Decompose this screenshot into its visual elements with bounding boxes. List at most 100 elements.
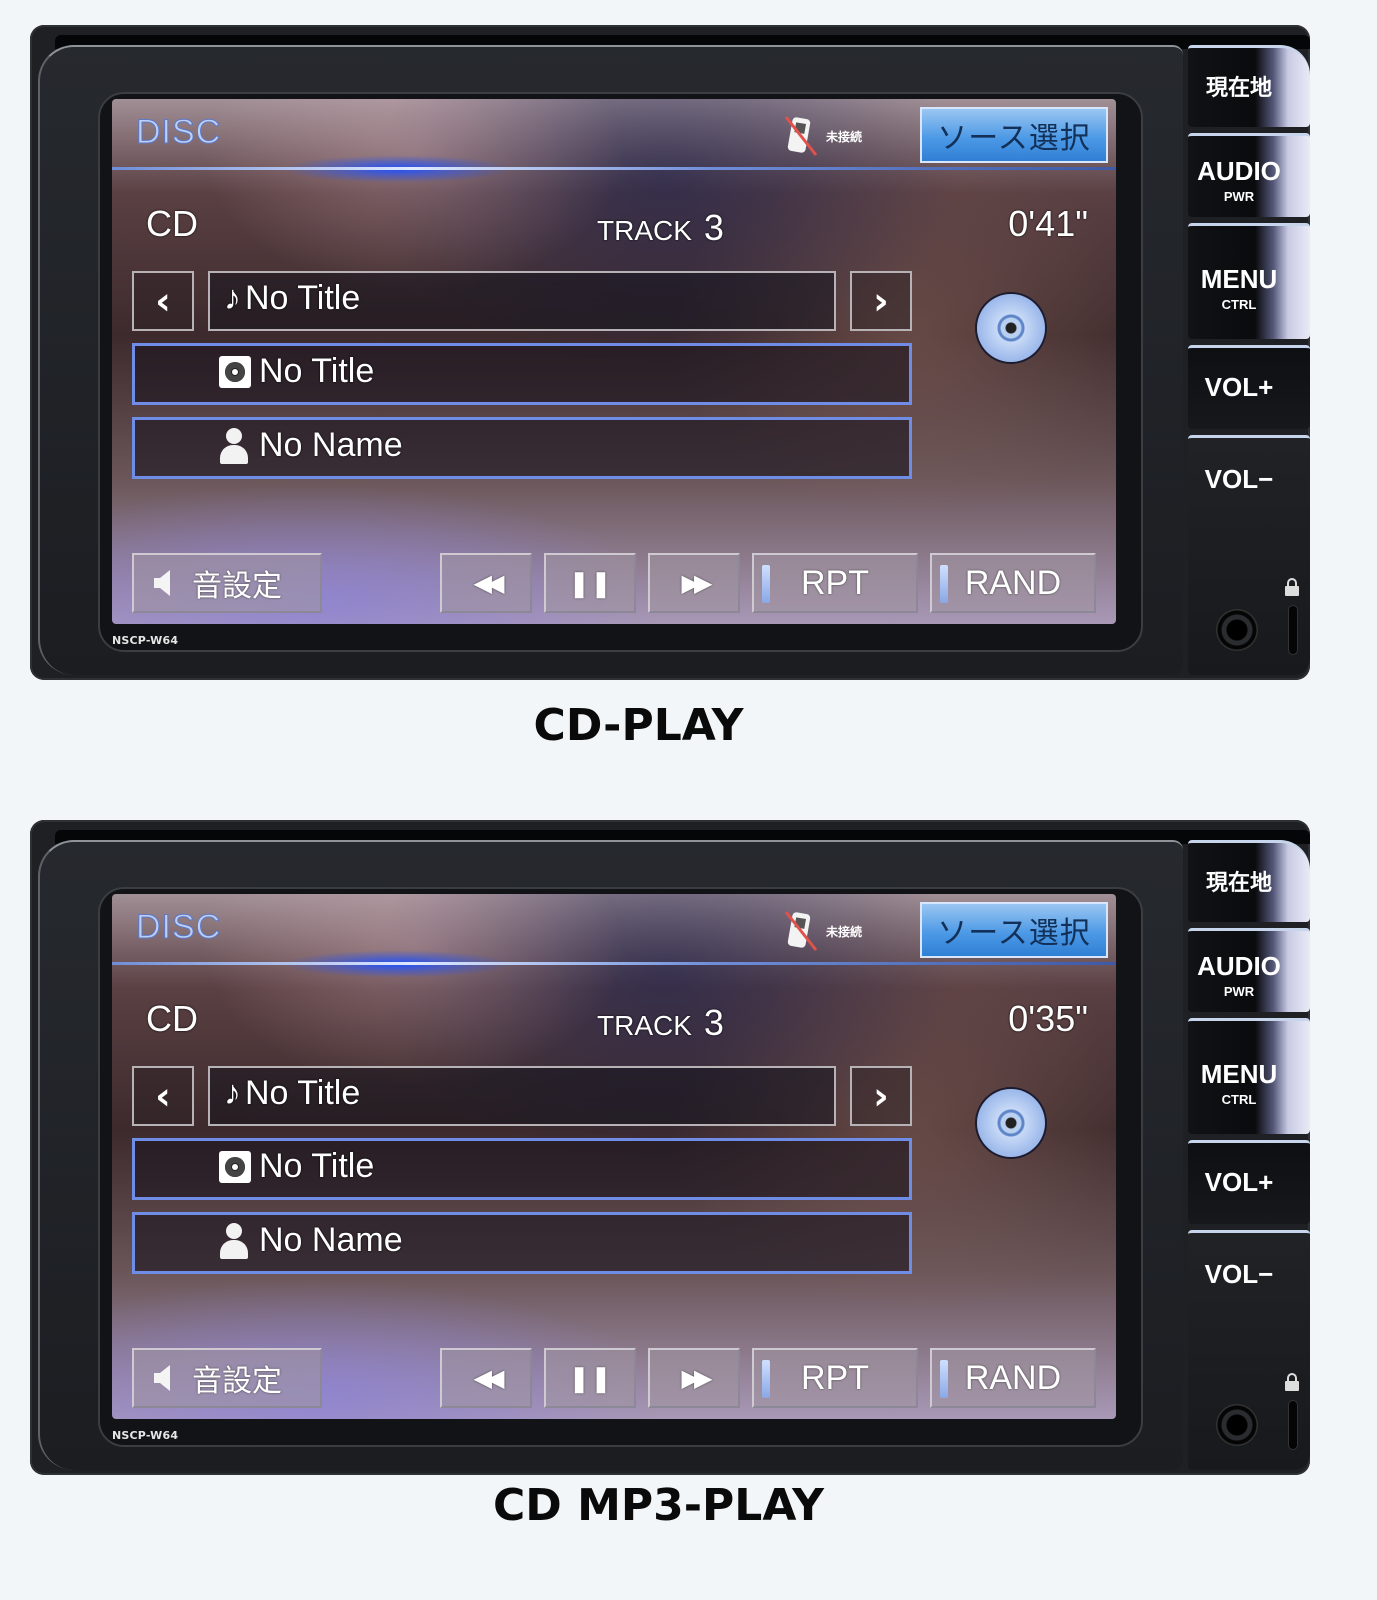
artist-name: No Name (259, 1221, 403, 1259)
random-indicator (940, 1360, 948, 1398)
track-indicator: TRACK 3 (597, 207, 724, 249)
sound-settings-label: 音設定 (192, 569, 282, 604)
pause-button[interactable]: ❚❚ (544, 1348, 636, 1408)
repeat-label: RPT (801, 563, 869, 602)
source-select-button[interactable]: ソース選択 (920, 902, 1108, 958)
rewind-icon: ◀◀ (473, 1364, 505, 1392)
repeat-indicator (762, 1360, 770, 1398)
volume-up-button[interactable]: VOL+ (1188, 1140, 1310, 1224)
rewind-button[interactable]: ◀◀ (440, 1348, 532, 1408)
fast-forward-button[interactable]: ▶▶ (648, 1348, 740, 1408)
screen-header: DISC 未接続 ソース選択 (112, 99, 1116, 183)
source-name: CD (146, 203, 198, 244)
speaker-icon (154, 1365, 170, 1391)
previous-track-button[interactable]: ‹ (132, 1066, 194, 1126)
phone-status-text: 未接続 (826, 925, 863, 939)
sound-settings-button[interactable]: 音設定 (132, 1348, 322, 1408)
sound-settings-button[interactable]: 音設定 (132, 553, 322, 613)
track-number: 3 (703, 207, 724, 248)
song-title-field: ♪ No Title (208, 271, 836, 331)
model-label: NSCP-W64 (112, 634, 179, 647)
menu-ctrl-button[interactable]: MENU CTRL (1188, 1018, 1310, 1134)
music-note-icon: ♪ (224, 1074, 241, 1112)
fast-forward-icon: ▶▶ (681, 569, 713, 597)
next-track-button[interactable]: › (850, 1066, 912, 1126)
menu-ctrl-button[interactable]: MENU CTRL (1188, 223, 1310, 339)
hardware-buttons: 現在地 AUDIO PWR MENU CTRL VOL+ VOL− (1180, 840, 1310, 1470)
current-location-button[interactable]: 現在地 (1188, 45, 1310, 127)
aux-jack[interactable] (1216, 609, 1258, 651)
fast-forward-button[interactable]: ▶▶ (648, 553, 740, 613)
track-label: TRACK (597, 1010, 692, 1041)
next-track-button[interactable]: › (850, 271, 912, 331)
album-row[interactable]: No Title (132, 1138, 912, 1200)
artist-name: No Name (259, 426, 403, 464)
source-select-button[interactable]: ソース選択 (920, 107, 1108, 163)
sd-card-slot[interactable] (1288, 605, 1298, 655)
fast-forward-icon: ▶▶ (681, 1364, 713, 1392)
phone-disconnected-icon (784, 116, 818, 156)
touchscreen: DISC 未接続 ソース選択 CD TRACK 3 0'41" ‹ ♪ No T… (112, 99, 1116, 624)
song-row: ‹ ♪ No Title › (132, 1066, 912, 1128)
pause-button[interactable]: ❚❚ (544, 553, 636, 613)
album-title: No Title (259, 1147, 375, 1185)
artist-row[interactable]: No Name (132, 1212, 912, 1274)
repeat-indicator (762, 565, 770, 603)
audio-power-button[interactable]: AUDIO PWR (1188, 928, 1310, 1012)
album-row[interactable]: No Title (132, 343, 912, 405)
bezel: DISC 未接続 ソース選択 CD TRACK 3 0'41" ‹ ♪ No T… (38, 45, 1183, 675)
volume-up-button[interactable]: VOL+ (1188, 345, 1310, 429)
sd-card-slot[interactable] (1288, 1400, 1298, 1450)
volume-down-button[interactable]: VOL− (1188, 1230, 1310, 1470)
lock-icon (1285, 578, 1299, 596)
head-unit-mp3-play: DISC 未接続 ソース選択 CD TRACK 3 0'35" ‹ ♪ No T… (30, 820, 1340, 1475)
caption-cd-play: CD-PLAY (533, 700, 744, 751)
rewind-icon: ◀◀ (473, 569, 505, 597)
artist-row[interactable]: No Name (132, 417, 912, 479)
repeat-button[interactable]: RPT (752, 553, 918, 613)
random-indicator (940, 565, 948, 603)
phone-status: 未接続 (784, 910, 874, 952)
music-note-icon: ♪ (224, 279, 241, 317)
phone-status: 未接続 (784, 115, 874, 157)
phone-disconnected-icon (784, 911, 818, 951)
phone-status-text: 未接続 (826, 130, 863, 144)
random-label: RAND (964, 1358, 1062, 1397)
random-label: RAND (964, 563, 1062, 602)
pause-icon: ❚❚ (568, 1362, 612, 1393)
person-icon (219, 427, 249, 464)
hardware-buttons: 現在地 AUDIO PWR MENU CTRL VOL+ VOL− (1180, 45, 1310, 675)
song-title: No Title (245, 279, 361, 317)
track-label: TRACK (597, 215, 692, 246)
repeat-button[interactable]: RPT (752, 1348, 918, 1408)
current-location-button[interactable]: 現在地 (1188, 840, 1310, 922)
previous-track-button[interactable]: ‹ (132, 271, 194, 331)
header-divider (112, 167, 1116, 170)
caption-mp3-play: CD MP3-PLAY (492, 1480, 825, 1531)
rewind-button[interactable]: ◀◀ (440, 553, 532, 613)
screen-header: DISC 未接続 ソース選択 (112, 894, 1116, 978)
track-number: 3 (703, 1002, 724, 1043)
song-title: No Title (245, 1074, 361, 1112)
playback-info: CD TRACK 3 0'41" (112, 203, 1116, 253)
model-label: NSCP-W64 (112, 1429, 179, 1442)
head-unit-cd-play: DISC 未接続 ソース選択 CD TRACK 3 0'41" ‹ ♪ No T… (30, 25, 1340, 680)
elapsed-time: 0'41" (1008, 203, 1088, 244)
sound-settings-label: 音設定 (192, 1364, 282, 1399)
audio-power-button[interactable]: AUDIO PWR (1188, 133, 1310, 217)
album-icon (219, 355, 251, 388)
song-title-field: ♪ No Title (208, 1066, 836, 1126)
track-indicator: TRACK 3 (597, 1002, 724, 1044)
speaker-icon (154, 570, 170, 596)
source-name: CD (146, 998, 198, 1039)
album-icon (219, 1150, 251, 1183)
touchscreen: DISC 未接続 ソース選択 CD TRACK 3 0'35" ‹ ♪ No T… (112, 894, 1116, 1419)
control-bar: 音設定 ◀◀ ❚❚ ▶▶ RPT RAND (112, 553, 1116, 617)
lock-icon (1285, 1373, 1299, 1391)
volume-down-button[interactable]: VOL− (1188, 435, 1310, 675)
random-button[interactable]: RAND (930, 553, 1096, 613)
aux-jack[interactable] (1216, 1404, 1258, 1446)
person-icon (219, 1222, 249, 1259)
random-button[interactable]: RAND (930, 1348, 1096, 1408)
pause-icon: ❚❚ (568, 567, 612, 598)
